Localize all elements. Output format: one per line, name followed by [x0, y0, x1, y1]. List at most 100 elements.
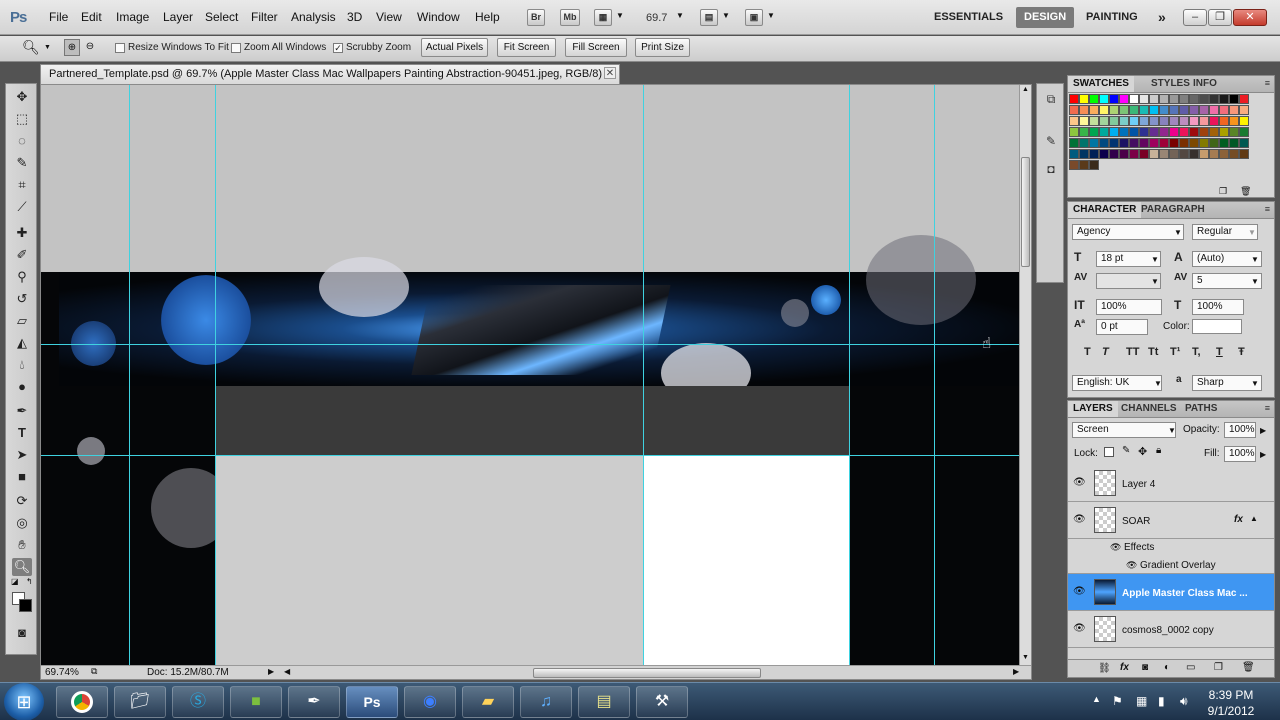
color-swatch[interactable]	[1199, 94, 1209, 104]
paint-bucket-tool-icon[interactable]: ◭	[12, 334, 32, 352]
color-swatch[interactable]	[1129, 149, 1139, 159]
adjustment-layer-icon[interactable]: ◐	[1164, 662, 1170, 673]
taskbar-pen-tool-icon[interactable]: ✒	[288, 686, 340, 718]
status-menu-icon[interactable]: ▶	[268, 667, 274, 676]
scrubby-zoom-checkbox[interactable]: ✓ Scrubby Zoom	[333, 42, 411, 53]
menu-analysis[interactable]: Analysis	[291, 10, 336, 24]
restore-icon[interactable]: ❐	[1208, 9, 1232, 26]
color-swatch[interactable]	[1079, 138, 1089, 148]
color-swatch[interactable]	[1109, 149, 1119, 159]
color-swatch[interactable]	[1109, 116, 1119, 126]
workspace-essentials[interactable]: ESSENTIALS	[926, 7, 1011, 28]
lock-image-icon[interactable]: ✎	[1122, 445, 1130, 456]
add-style-icon[interactable]: fx	[1120, 662, 1129, 673]
color-swatch[interactable]	[1169, 116, 1179, 126]
close-window-icon[interactable]: ✕	[1233, 9, 1267, 26]
color-swatch[interactable]	[1069, 138, 1079, 148]
color-swatch[interactable]	[1219, 116, 1229, 126]
color-swatch[interactable]	[1229, 94, 1239, 104]
screen-mode-dropdown-icon[interactable]: ▼	[767, 11, 775, 20]
mini-bridge-button[interactable]: Mb	[560, 9, 580, 26]
menu-select[interactable]: Select	[205, 10, 238, 24]
color-swatch[interactable]	[1229, 127, 1239, 137]
font-family-field[interactable]: Agency	[1072, 224, 1184, 240]
tray-volume-icon[interactable]: 🔊︎	[1180, 694, 1188, 709]
kerning-dropdown-icon[interactable]: ▼	[1151, 277, 1159, 286]
baseline-shift-field[interactable]: 0 pt	[1096, 319, 1148, 335]
color-swatch[interactable]	[1089, 127, 1099, 137]
menu-file[interactable]: File	[49, 10, 68, 24]
history-panel-icon[interactable]: ⧉	[1042, 90, 1060, 108]
new-layer-icon[interactable]: ❐	[1214, 662, 1223, 673]
history-brush-tool-icon[interactable]: ↺	[12, 290, 32, 308]
layer-effects-icon[interactable]: fx	[1234, 514, 1243, 525]
color-swatch[interactable]	[1079, 105, 1089, 115]
color-swatch[interactable]	[1169, 105, 1179, 115]
menu-3d[interactable]: 3D	[347, 10, 362, 24]
color-swatch[interactable]	[1159, 94, 1169, 104]
color-swatch[interactable]	[1199, 149, 1209, 159]
add-mask-icon[interactable]: ◙	[1142, 662, 1148, 673]
more-workspaces-icon[interactable]: »	[1150, 7, 1174, 28]
visibility-eye-icon[interactable]: 👁︎	[1073, 514, 1086, 525]
color-swatch[interactable]	[1079, 94, 1089, 104]
color-swatch[interactable]	[1079, 160, 1089, 170]
color-swatch[interactable]	[1189, 127, 1199, 137]
color-swatch[interactable]	[1209, 105, 1219, 115]
3d-rotate-tool-icon[interactable]: ⟳	[12, 492, 32, 510]
taskbar-explorer-icon[interactable]: 📁︎	[114, 686, 166, 718]
background-color-swatch[interactable]	[19, 599, 32, 612]
workspace-design[interactable]: DESIGN	[1016, 7, 1075, 28]
color-swatch[interactable]	[1149, 105, 1159, 115]
menu-image[interactable]: Image	[116, 10, 149, 24]
zoom-tool-icon[interactable]: 🔍︎	[22, 39, 40, 56]
workspace-painting[interactable]: PAINTING	[1078, 7, 1146, 28]
color-swatch[interactable]	[1239, 149, 1249, 159]
color-swatch[interactable]	[1109, 138, 1119, 148]
bridge-button[interactable]: Br	[527, 9, 545, 26]
strikethrough-button[interactable]: Ŧ	[1238, 346, 1245, 358]
color-swatch[interactable]	[1199, 116, 1209, 126]
eyedropper-tool-icon[interactable]: ⟋	[12, 198, 32, 216]
start-button[interactable]: ⊞	[4, 683, 44, 720]
blend-mode-dropdown-icon[interactable]: ▼	[1168, 426, 1176, 435]
actual-pixels-button[interactable]: Actual Pixels	[421, 38, 488, 57]
guide-horizontal[interactable]	[41, 455, 1019, 456]
color-swatch[interactable]	[1169, 94, 1179, 104]
color-swatch[interactable]	[1069, 127, 1079, 137]
fill-slider-icon[interactable]: ▶	[1260, 450, 1266, 459]
color-swatch[interactable]	[1239, 94, 1249, 104]
3d-orbit-tool-icon[interactable]: ◎	[12, 514, 32, 532]
lock-position-icon[interactable]: ✥	[1138, 445, 1147, 458]
zoom-tool-selected-icon[interactable]: 🔍︎	[12, 558, 32, 576]
color-swatch[interactable]	[1179, 116, 1189, 126]
color-swatch[interactable]	[1069, 105, 1079, 115]
brush-tool-icon[interactable]: ✐	[12, 246, 32, 264]
opacity-slider-icon[interactable]: ▶	[1260, 426, 1266, 435]
color-swatch[interactable]	[1159, 105, 1169, 115]
taskbar-minecraft-icon[interactable]: ■	[230, 686, 282, 718]
status-info-icon[interactable]: ⧉	[91, 666, 97, 677]
tracking-dropdown-icon[interactable]: ▼	[1251, 277, 1259, 286]
guide-vertical[interactable]	[643, 85, 644, 665]
superscript-button[interactable]: T¹	[1170, 346, 1180, 358]
tab-paragraph[interactable]: PARAGRAPH	[1136, 202, 1210, 218]
color-swatch[interactable]	[1099, 116, 1109, 126]
menu-filter[interactable]: Filter	[251, 10, 278, 24]
leading-dropdown-icon[interactable]: ▼	[1251, 255, 1259, 264]
clock-time[interactable]: 8:39 PM	[1198, 688, 1264, 702]
color-swatch[interactable]	[1229, 116, 1239, 126]
color-swatch[interactable]	[1119, 94, 1129, 104]
vertical-scale-field[interactable]: 100%	[1096, 299, 1162, 315]
tab-layers[interactable]: LAYERS	[1068, 401, 1118, 417]
color-swatch[interactable]	[1219, 94, 1229, 104]
color-swatch[interactable]	[1199, 105, 1209, 115]
color-swatch[interactable]	[1219, 127, 1229, 137]
color-swatch[interactable]	[1219, 138, 1229, 148]
color-swatch[interactable]	[1129, 116, 1139, 126]
color-swatch[interactable]	[1209, 94, 1219, 104]
minimize-icon[interactable]: –	[1183, 9, 1207, 26]
move-tool-icon[interactable]: ✥	[12, 88, 32, 106]
tab-channels[interactable]: CHANNELS	[1116, 401, 1182, 417]
zoom-all-windows-checkbox[interactable]: Zoom All Windows	[231, 42, 326, 53]
